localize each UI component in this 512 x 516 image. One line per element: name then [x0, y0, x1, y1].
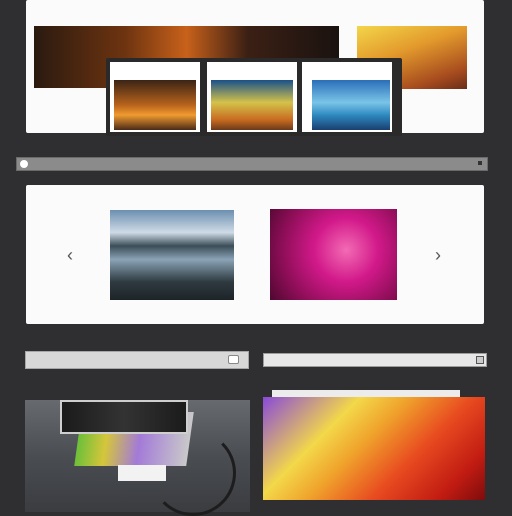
thumbnail-image — [211, 80, 293, 130]
image-carousel — [26, 185, 484, 324]
cable-graphic — [150, 430, 236, 516]
thumbnail-1[interactable] — [110, 62, 200, 132]
scrollbar-handle[interactable] — [20, 160, 28, 168]
chevron-right-icon[interactable]: › — [428, 243, 448, 267]
right-field-button[interactable] — [476, 356, 484, 364]
carousel-image-coast[interactable] — [110, 210, 234, 300]
carousel-image-magenta[interactable] — [270, 209, 397, 300]
chevron-left-icon[interactable]: ‹ — [60, 243, 80, 267]
left-field-handle[interactable] — [228, 355, 239, 364]
right-input-field[interactable] — [263, 353, 487, 367]
media-card-abstract[interactable] — [263, 397, 485, 500]
scrollbar-end-marker — [478, 161, 482, 165]
left-input-field[interactable] — [25, 351, 249, 369]
thumbnail-image — [312, 80, 390, 130]
thumbnail-2[interactable] — [207, 62, 297, 132]
thumbnail-3[interactable] — [302, 62, 392, 132]
thumbnail-strip — [106, 58, 402, 136]
laptop-screen — [60, 400, 188, 434]
thumbnail-image — [114, 80, 196, 130]
horizontal-scrollbar[interactable] — [16, 157, 488, 171]
